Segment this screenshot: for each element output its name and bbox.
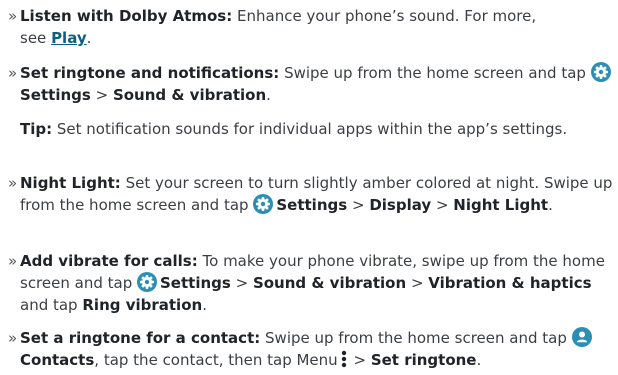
item-body: . xyxy=(86,29,92,47)
item-body: . xyxy=(476,351,482,369)
sound-vibration-label: Sound & vibration xyxy=(112,86,267,104)
item-text: Listen with Dolby Atmos: Enhance your ph… xyxy=(20,5,616,49)
list-item-contact-ringtone: » Set a ringtone for a contact: Swipe up… xyxy=(8,327,616,371)
settings-label: Settings xyxy=(160,274,231,292)
item-title: Set a ringtone for a contact: xyxy=(20,329,261,347)
list-item-vibrate: » Add vibrate for calls: To make your ph… xyxy=(8,250,616,316)
display-label: Display xyxy=(369,196,432,214)
item-body: Swipe up from the home screen and tap xyxy=(265,329,567,347)
contacts-person-icon xyxy=(571,327,592,347)
item-text: Night Light: Set your screen to turn sli… xyxy=(20,172,616,216)
item-body: and tap xyxy=(20,296,78,314)
night-light-label: Night Light xyxy=(453,196,549,214)
separator: > xyxy=(95,86,109,104)
item-body: Enhance your phone’s sound. For more, xyxy=(237,7,537,25)
item-body: see xyxy=(20,29,47,47)
item-title: Night Light: xyxy=(20,174,121,192)
sound-vibration-label: Sound & vibration xyxy=(252,274,407,292)
help-page: » Listen with Dolby Atmos: Enhance your … xyxy=(0,0,618,375)
separator: > xyxy=(410,274,424,292)
item-text: Add vibrate for calls: To make your phon… xyxy=(20,250,616,316)
tip-label: Tip: xyxy=(20,120,53,138)
item-title: Add vibrate for calls: xyxy=(20,252,198,270)
item-text: Set a ringtone for a contact: Swipe up f… xyxy=(20,327,616,371)
separator: > xyxy=(351,196,365,214)
list-item-ringtone: » Set ringtone and notifications: Swipe … xyxy=(8,62,616,106)
play-link[interactable]: Play xyxy=(51,29,87,47)
separator: > xyxy=(435,196,449,214)
item-title: Listen with Dolby Atmos: xyxy=(20,7,233,25)
menu-vertical-dots-icon xyxy=(341,350,347,368)
item-body: . xyxy=(266,86,271,104)
list-item-night-light: » Night Light: Set your screen to turn s… xyxy=(8,172,616,216)
item-body: . xyxy=(548,196,553,214)
bullet: » xyxy=(8,174,18,192)
bullet: » xyxy=(8,7,18,25)
vibration-haptics-label: Vibration & haptics xyxy=(428,274,592,292)
settings-label: Settings xyxy=(20,86,91,104)
settings-gear-icon xyxy=(137,272,157,292)
list-item-dolby: » Listen with Dolby Atmos: Enhance your … xyxy=(8,5,616,49)
settings-gear-icon xyxy=(590,62,611,82)
bullet: » xyxy=(8,252,18,270)
item-body: , tap the contact, then tap Menu xyxy=(94,351,338,369)
item-title: Set ringtone and notifications: xyxy=(20,64,280,82)
separator: > xyxy=(235,274,249,292)
ring-vibration-label: Ring vibration xyxy=(82,296,203,314)
bullet: » xyxy=(8,329,18,347)
item-body: Swipe up from the home screen and tap xyxy=(284,64,586,82)
settings-gear-icon xyxy=(253,194,274,214)
settings-label: Settings xyxy=(276,196,348,214)
separator: > xyxy=(353,351,367,369)
tip-block: Tip: Set notification sounds for individ… xyxy=(20,118,600,140)
tip-text: Set notification sounds for individual a… xyxy=(56,120,568,138)
item-body: . xyxy=(202,296,207,314)
set-ringtone-label: Set ringtone xyxy=(370,351,477,369)
bullet: » xyxy=(8,64,18,82)
contacts-label: Contacts xyxy=(20,351,95,369)
item-text: Set ringtone and notifications: Swipe up… xyxy=(20,62,616,106)
